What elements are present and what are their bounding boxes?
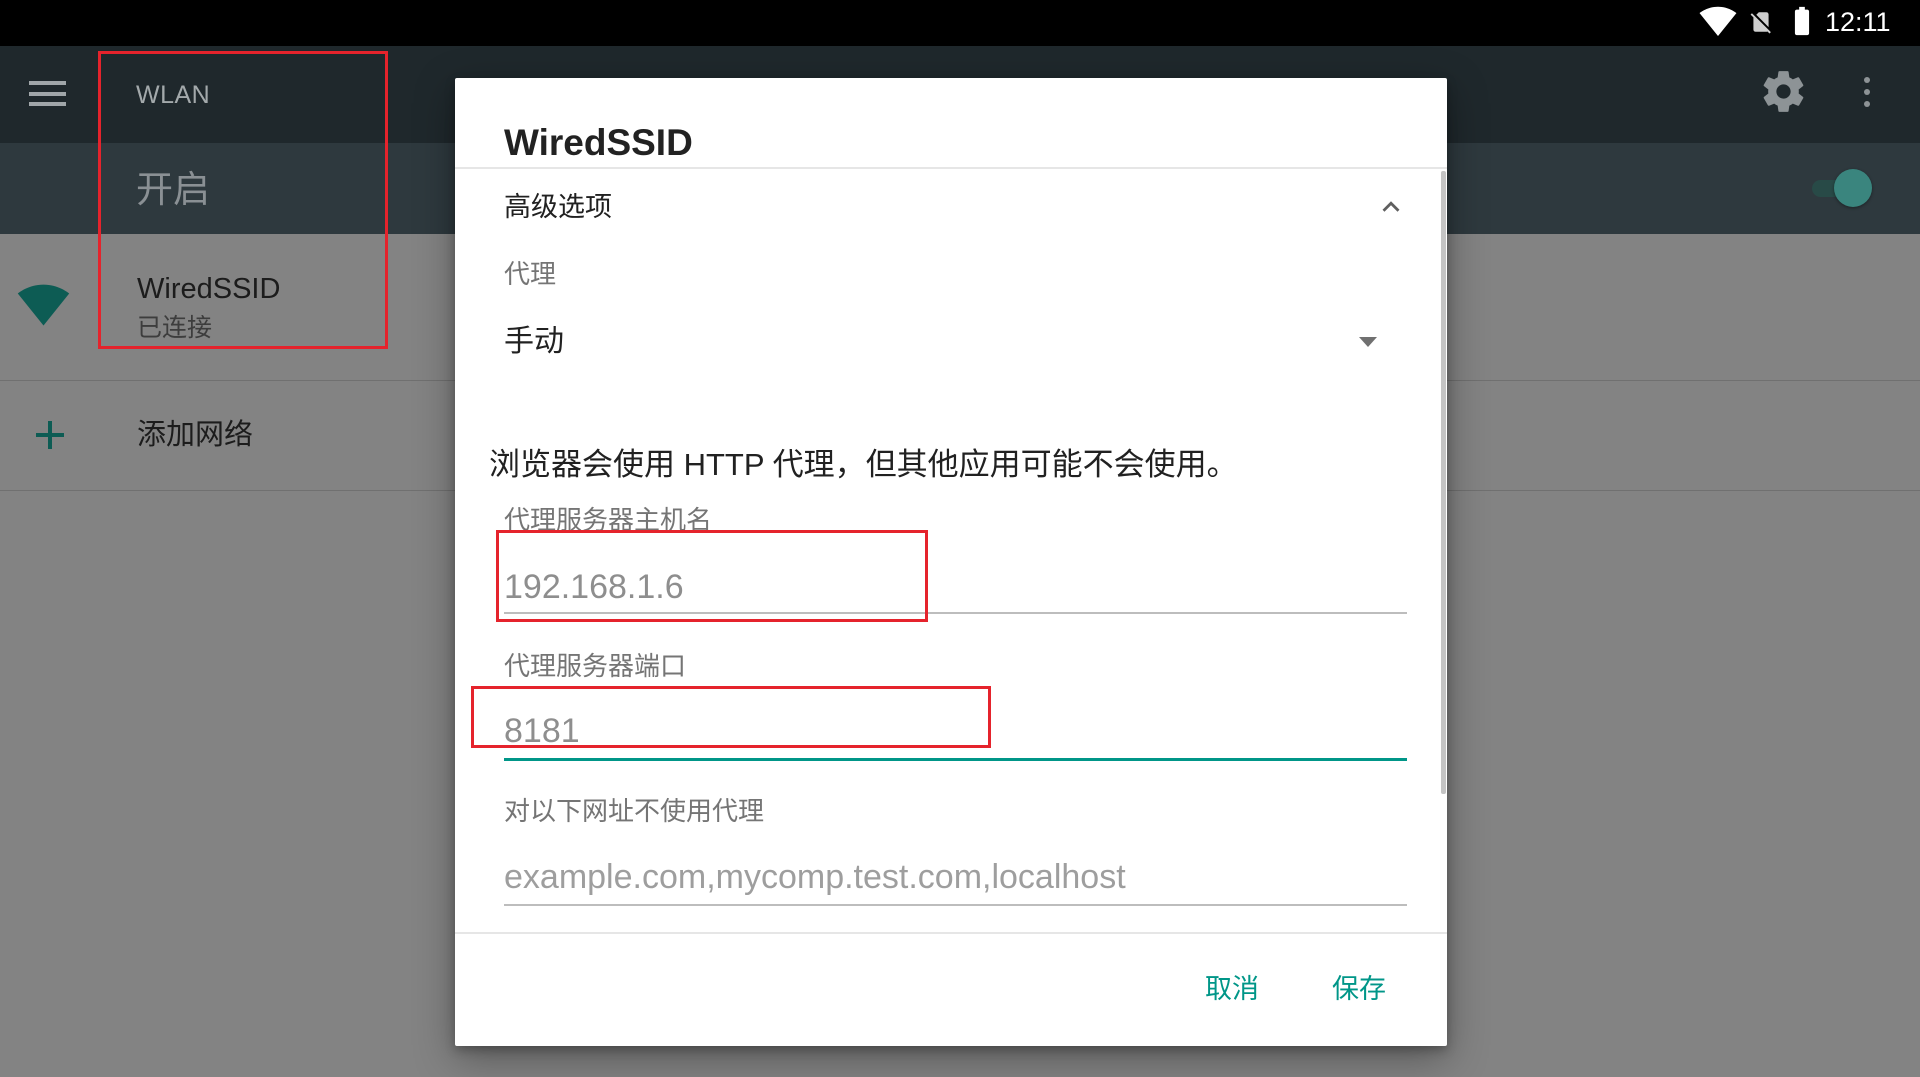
dialog-title-divider (455, 167, 1447, 169)
status-bar: 12:11 (0, 0, 1920, 46)
menu-button[interactable] (22, 70, 74, 116)
proxy-host-underline (504, 612, 1407, 614)
network-status: 已连接 (137, 314, 213, 342)
advanced-options-label: 高级选项 (504, 192, 612, 222)
bypass-label: 对以下网址不使用代理 (504, 796, 765, 826)
bypass-input[interactable] (504, 855, 1407, 899)
proxy-note: 浏览器会使用 HTTP 代理，但其他应用可能不会使用。 (489, 447, 1238, 482)
proxy-host-input[interactable] (504, 565, 1407, 609)
wifi-signal-icon (1699, 6, 1737, 37)
dialog-button-divider (455, 932, 1447, 934)
status-time: 12:11 (1825, 7, 1891, 37)
proxy-dialog: WiredSSID 高级选项 代理 手动 浏览器会使用 HTTP 代理，但其他应… (455, 78, 1447, 1046)
proxy-select[interactable] (495, 312, 1395, 372)
wifi-icon (17, 284, 70, 326)
toolbar-title: WLAN (136, 81, 211, 109)
proxy-select-value: 手动 (504, 325, 564, 358)
settings-button[interactable] (1759, 67, 1808, 116)
no-sim-icon (1750, 12, 1771, 34)
proxy-port-underline (504, 758, 1407, 761)
plus-icon (36, 421, 64, 449)
advanced-options-toggle[interactable] (485, 178, 1425, 236)
add-network-label: 添加网络 (137, 419, 254, 451)
cancel-button[interactable]: 取消 (1197, 963, 1267, 1015)
gear-icon (1763, 71, 1804, 112)
toggle-thumb (1834, 169, 1872, 207)
bypass-underline (504, 904, 1407, 906)
dialog-scrollbar[interactable] (1441, 171, 1446, 794)
proxy-label: 代理 (504, 259, 557, 289)
dropdown-arrow-icon (1359, 337, 1377, 347)
proxy-host-label: 代理服务器主机名 (504, 505, 713, 535)
switch-label: 开启 (136, 169, 210, 210)
overflow-menu-button[interactable] (1855, 72, 1879, 112)
dialog-title: WiredSSID (504, 122, 693, 163)
wlan-toggle[interactable] (1808, 166, 1878, 210)
battery-icon (1794, 6, 1810, 36)
chevron-up-icon (1382, 201, 1400, 212)
proxy-port-label: 代理服务器端口 (504, 651, 687, 681)
save-button[interactable]: 保存 (1324, 963, 1394, 1015)
proxy-port-input[interactable] (504, 709, 1407, 753)
network-name: WiredSSID (137, 273, 281, 305)
